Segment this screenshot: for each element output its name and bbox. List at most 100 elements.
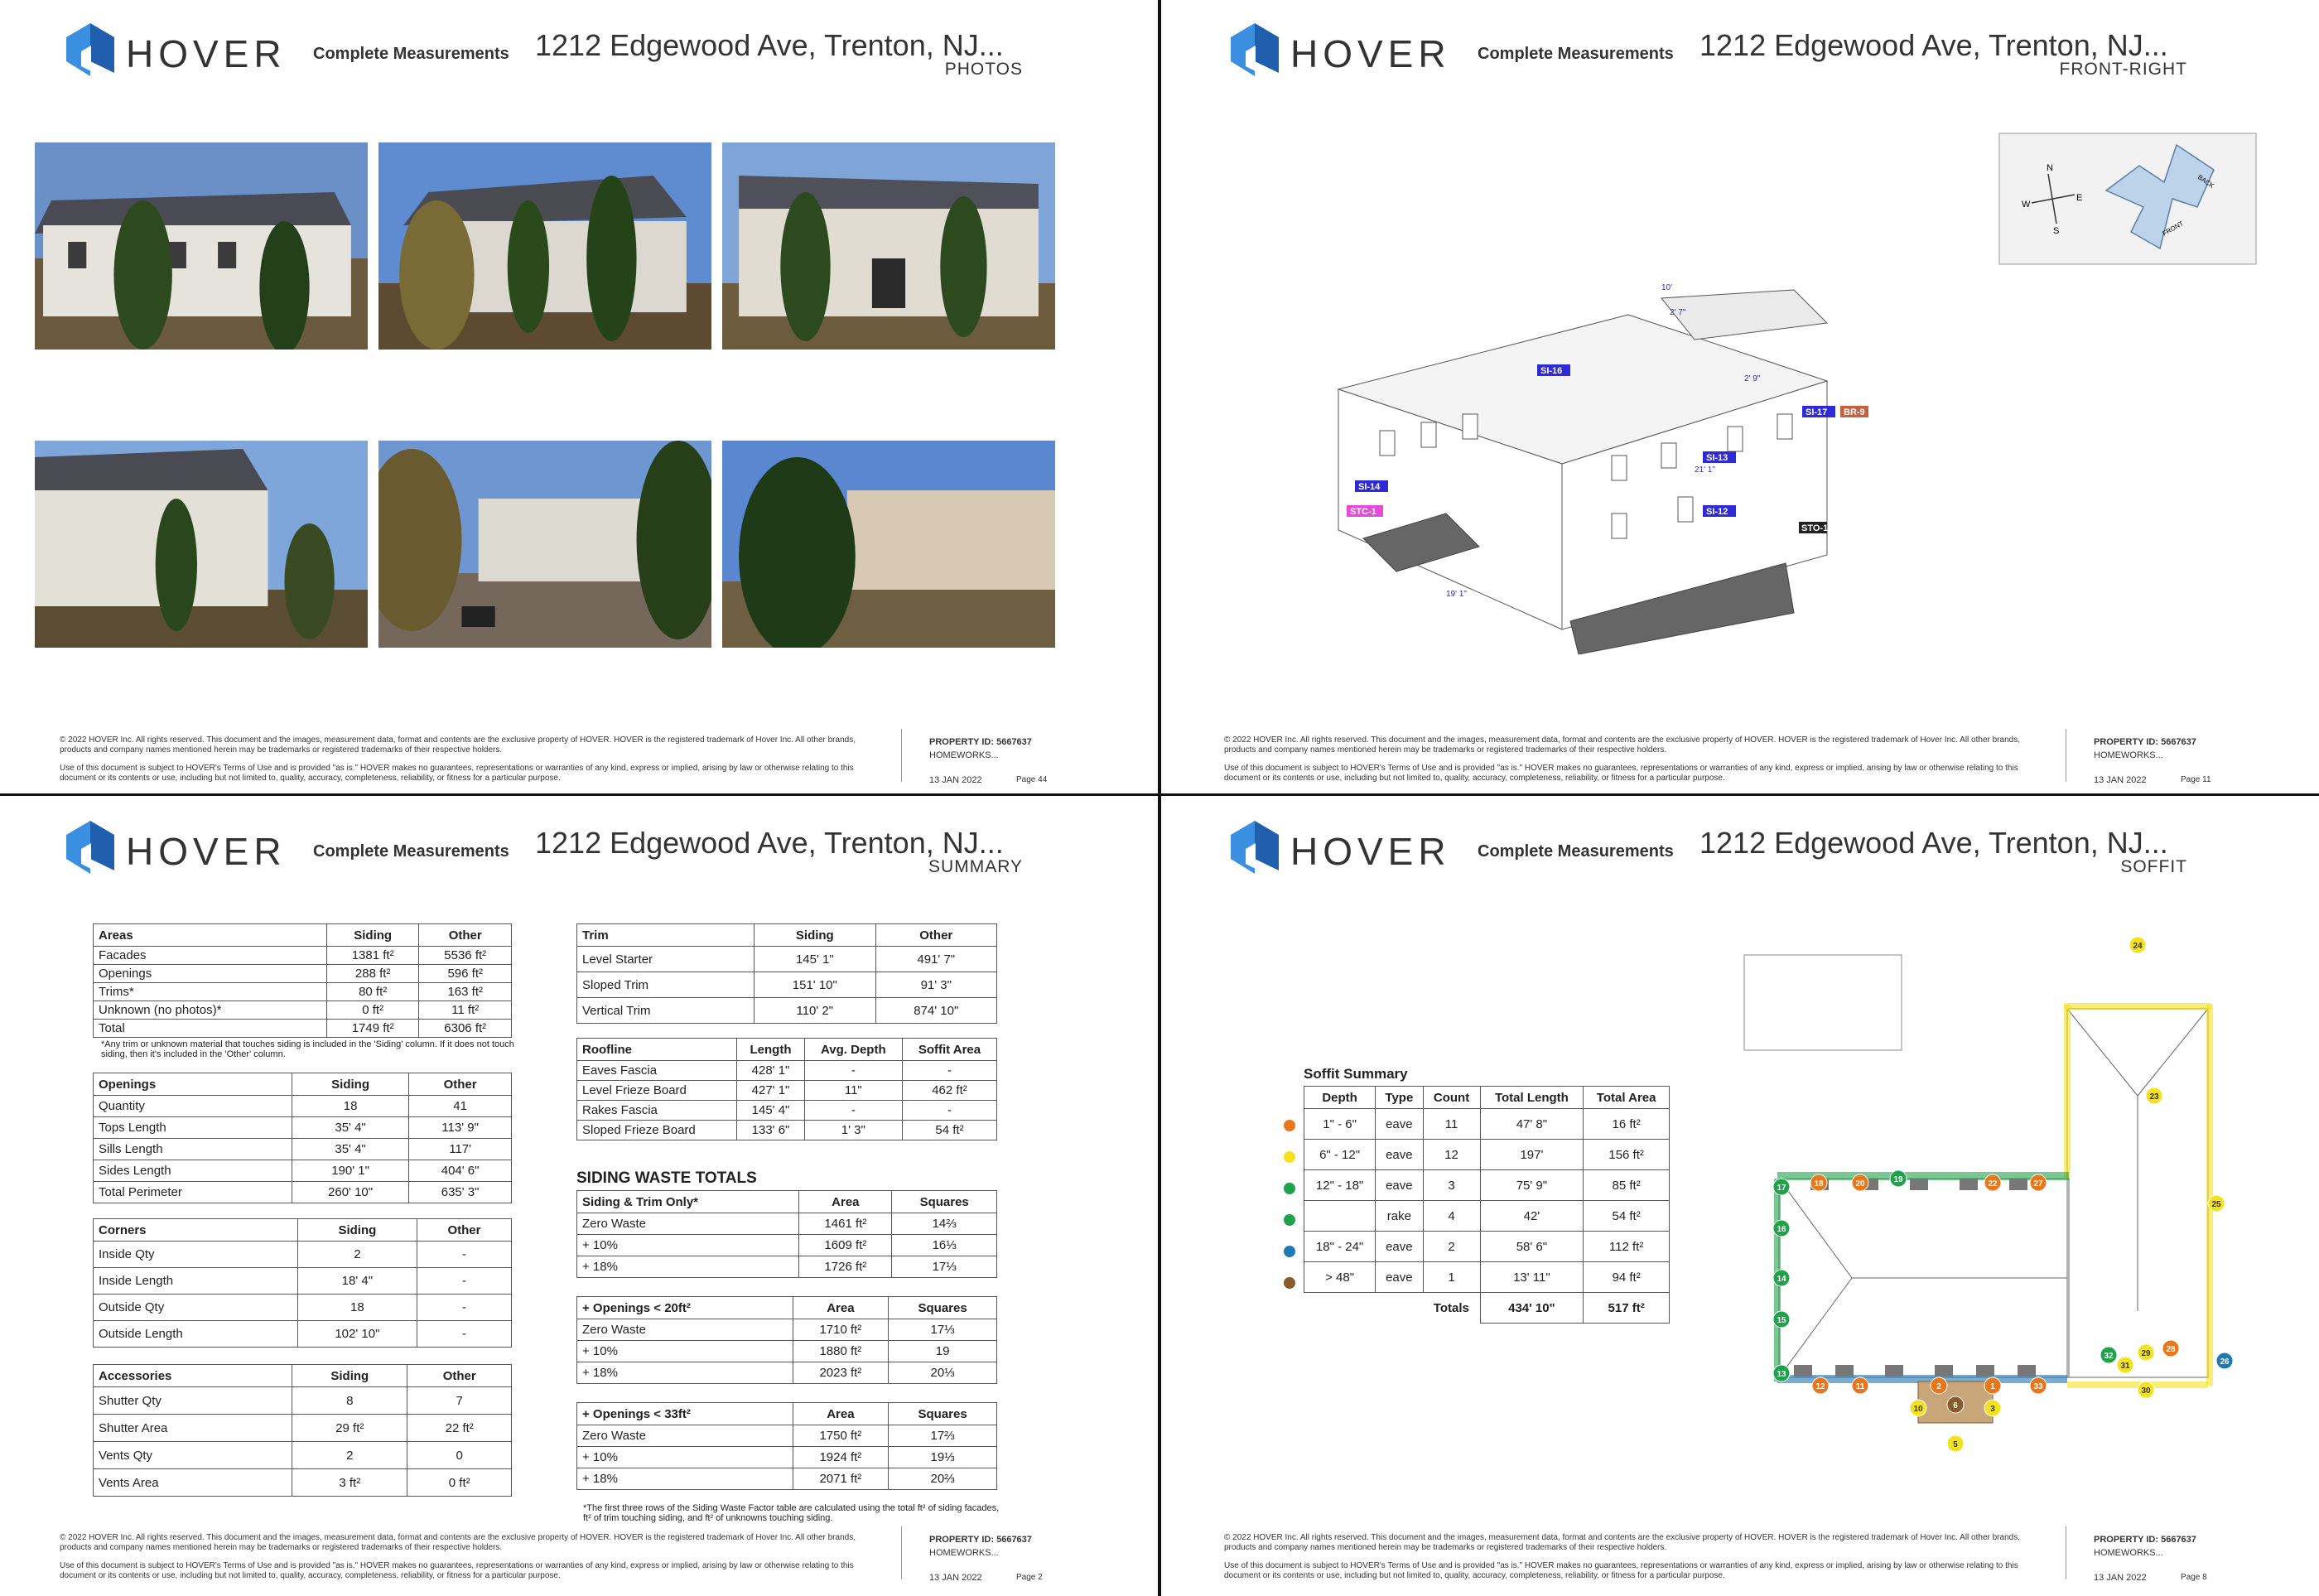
soffit-marker[interactable]: 5 [1946, 1434, 1965, 1453]
table-cell: 163 ft² [418, 982, 512, 1001]
house-photo[interactable] [378, 142, 711, 350]
soffit-marker[interactable]: 33 [2029, 1377, 2047, 1395]
table-cell: 112 ft² [1583, 1231, 1670, 1262]
house-photo[interactable] [35, 441, 368, 648]
table-cell: 102' 10" [297, 1320, 417, 1348]
section-tag: BR-9 [1844, 407, 1865, 417]
table-cell: 2071 ft² [792, 1468, 890, 1490]
table-row: Level Frieze Board 427' 1" 11" 462 ft² [576, 1080, 998, 1101]
table-cell: eave [1375, 1169, 1424, 1201]
table-cell: 17⅓ [888, 1319, 997, 1341]
soffit-marker[interactable]: 18 [1810, 1174, 1828, 1192]
table-cell: 1461 ft² [798, 1213, 893, 1235]
table-cell [1303, 1200, 1376, 1232]
table-cell: 0 ft² [325, 1001, 420, 1020]
soffit-marker[interactable]: 20 [1851, 1174, 1869, 1192]
dimension-label: 10' [1661, 283, 1672, 292]
soffit-marker[interactable]: 19 [1889, 1169, 1907, 1188]
table-row: Zero Waste 1461 ft² 14⅔ [576, 1213, 997, 1235]
copyright-text: © 2022 HOVER Inc. All rights reserved. T… [60, 735, 856, 755]
dimension-label: 19' 1" [1446, 590, 1467, 599]
soffit-marker[interactable]: 26 [2215, 1352, 2234, 1370]
soffit-marker[interactable]: 6 [1946, 1396, 1965, 1414]
building-3d-model[interactable]: SI-16 SI-14 SI-17 SI-13 SI-12 STC-1 BR-9… [1314, 265, 2266, 654]
marker-label: 17 [1777, 1184, 1786, 1193]
soffit-marker[interactable]: 3 [1984, 1399, 2002, 1417]
table-cell: 22 ft² [407, 1414, 512, 1442]
table-cell: 117' [408, 1138, 512, 1160]
table-cell: 20⅓ [888, 1362, 997, 1384]
table-cell: 4 [1422, 1200, 1481, 1232]
marker-label: 29 [2141, 1349, 2151, 1358]
soffit-marker[interactable]: 1 [1984, 1377, 2002, 1395]
soffit-roof-plan[interactable]: 24 23 25 17 18 20 19 22 27 16 14 15 13 12 11 2 1 33 32 31 29… [1661, 930, 2241, 1460]
column-header: Area [798, 1190, 893, 1213]
table-cell: - [803, 1100, 903, 1121]
table-row: Trims* 80 ft² 163 ft² [93, 982, 512, 1001]
soffit-marker[interactable]: 28 [2162, 1339, 2180, 1357]
hover-logo-icon [1231, 23, 1279, 76]
table-cell: 18 [291, 1095, 410, 1117]
siding-waste-title: SIDING WASTE TOTALS [576, 1169, 757, 1187]
house-photo[interactable] [722, 142, 1055, 350]
soffit-marker[interactable]: 13 [1772, 1364, 1791, 1382]
report-date: 13 JAN 2022 [929, 1573, 982, 1583]
soffit-marker[interactable]: 25 [2207, 1194, 2225, 1213]
column-header: Siding [754, 923, 876, 947]
table-row: 12" - 18" eave 3 75' 9" 85 ft² [1303, 1169, 1670, 1201]
copyright-text: © 2022 HOVER Inc. All rights reserved. T… [60, 1533, 856, 1552]
table-cell: 1710 ft² [792, 1319, 890, 1341]
soffit-marker[interactable]: 14 [1772, 1269, 1791, 1287]
areas-note: *Any trim or unknown material that touch… [101, 1039, 514, 1059]
table-row: Sides Length 190' 1" 404' 6" [93, 1160, 512, 1182]
legend-color-dot [1284, 1120, 1295, 1131]
table-cell: 0 [407, 1441, 512, 1469]
table-cell: 428' 1" [736, 1060, 805, 1081]
page-header: HOVER Complete Measurements 1212 Edgewoo… [66, 821, 1093, 887]
soffit-marker[interactable]: 31 [2116, 1356, 2134, 1374]
terms-text: Use of this document is subject to HOVER… [60, 1561, 854, 1580]
report-subtitle: Complete Measurements [313, 842, 509, 861]
soffit-marker[interactable]: 32 [2100, 1346, 2118, 1364]
page-footer: © 2022 HOVER Inc. All rights reserved. T… [60, 1526, 1095, 1583]
column-header: Area [792, 1402, 890, 1425]
table-row: 6" - 12" eave 12 197' 156 ft² [1303, 1139, 1670, 1170]
soffit-marker[interactable]: 10 [1909, 1399, 1927, 1417]
table-cell: + 18% [576, 1256, 800, 1278]
table-cell: Outside Length [93, 1320, 298, 1348]
soffit-marker[interactable]: 12 [1811, 1377, 1830, 1395]
soffit-marker[interactable]: 16 [1772, 1219, 1791, 1237]
table-cell: 5536 ft² [418, 946, 512, 965]
soffit-marker[interactable]: 24 [2129, 936, 2147, 954]
table-row: + 18% 2071 ft² 20⅔ [576, 1468, 997, 1490]
house-photo[interactable] [378, 441, 711, 648]
column-header: Depth [1303, 1086, 1376, 1109]
property-id: PROPERTY ID: 5667637 [2094, 1535, 2196, 1545]
table-cell: Unknown (no photos)* [93, 1001, 327, 1020]
soffit-marker[interactable]: 2 [1930, 1377, 1948, 1395]
soffit-marker[interactable]: 30 [2137, 1381, 2155, 1399]
table-cell: 35' 4" [291, 1138, 410, 1160]
table-cell: 18 [297, 1294, 417, 1321]
table-cell: Zero Waste [576, 1213, 800, 1235]
soffit-marker[interactable]: 15 [1772, 1310, 1791, 1328]
soffit-marker[interactable]: 27 [2029, 1174, 2047, 1192]
soffit-marker[interactable]: 17 [1772, 1178, 1791, 1196]
table-cell: 19⅓ [888, 1446, 997, 1468]
report-subtitle: Complete Measurements [1478, 842, 1674, 861]
table-cell: Vents Qty [92, 1441, 293, 1469]
report-subtitle: Complete Measurements [1478, 45, 1674, 63]
column-header: Areas [93, 923, 327, 947]
house-photo[interactable] [35, 142, 368, 350]
table-row: Quantity 18 41 [93, 1095, 512, 1117]
table-header-row: + Openings < 20ft² Area Squares [576, 1296, 997, 1319]
soffit-marker[interactable]: 29 [2137, 1343, 2155, 1362]
compass-north: N [2047, 163, 2053, 173]
soffit-marker[interactable]: 22 [1984, 1174, 2002, 1192]
page-footer: © 2022 HOVER Inc. All rights reserved. T… [1224, 1526, 2259, 1583]
soffit-marker[interactable]: 23 [2145, 1087, 2163, 1105]
marker-label: 10 [1913, 1405, 1923, 1414]
house-photo[interactable] [722, 441, 1055, 648]
soffit-marker[interactable]: 11 [1851, 1377, 1869, 1395]
column-header: Siding [325, 923, 420, 947]
